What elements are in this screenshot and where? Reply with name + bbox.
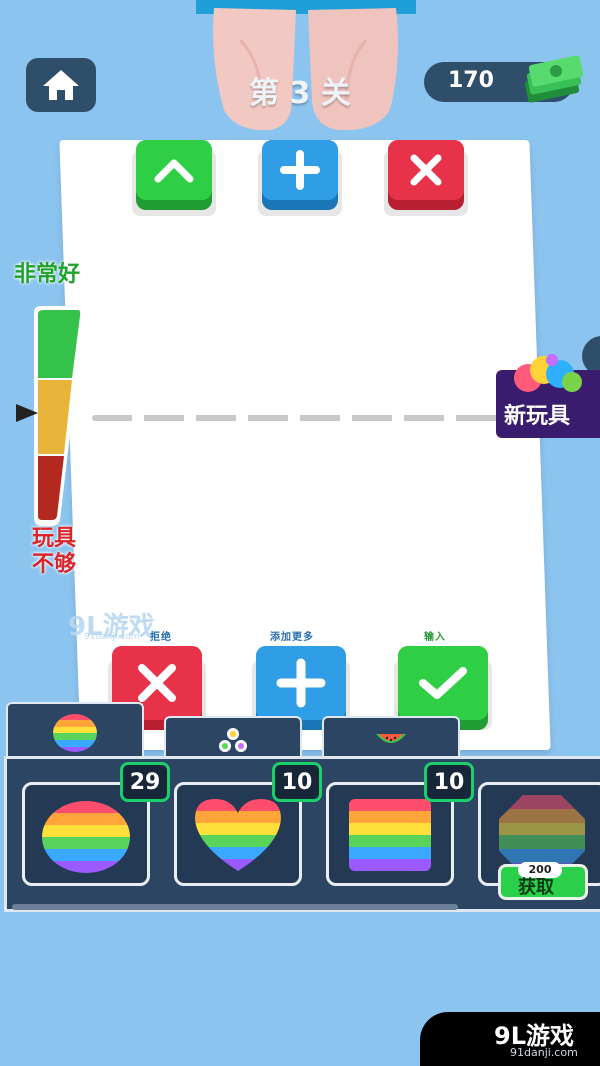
add-more-label: 添加更多 xyxy=(270,632,314,643)
count-badge: 10 xyxy=(272,762,322,802)
quality-meter xyxy=(34,306,85,526)
new-toy-label: 新玩具 xyxy=(504,404,571,429)
pop-it-icon xyxy=(53,714,97,752)
meter-label-great: 非常好 xyxy=(14,262,81,287)
top-key-check xyxy=(136,140,212,210)
checkmark-icon xyxy=(419,667,467,699)
tray-scrollbar[interactable] xyxy=(12,904,458,910)
tab-pop-it[interactable] xyxy=(6,702,144,762)
home-icon xyxy=(43,70,79,100)
fidget-toys-icon xyxy=(514,354,582,392)
level-title: 第 3 关 xyxy=(249,76,351,111)
watermelon-icon xyxy=(376,734,406,743)
site-logo-url: 91danji.com xyxy=(510,1046,578,1059)
count-badge: 10 xyxy=(424,762,474,802)
meter-label-line1: 玩具 xyxy=(31,526,76,551)
home-button[interactable] xyxy=(26,58,96,112)
meter-label-not-enough: 玩具 不够 xyxy=(14,526,94,578)
fidget-spinner-icon xyxy=(219,728,247,752)
money-value: 170 xyxy=(448,68,494,93)
top-key-cross xyxy=(388,140,464,210)
top-key-plus xyxy=(262,140,338,210)
count-badge: 29 xyxy=(120,762,170,802)
reject-label: 拒绝 xyxy=(150,632,172,643)
divider-line xyxy=(92,415,532,421)
get-toy-label: 获取 xyxy=(518,877,554,898)
close-icon xyxy=(138,664,176,702)
meter-pointer xyxy=(16,404,38,422)
plus-icon xyxy=(280,150,320,190)
enter-label: 输入 xyxy=(424,632,446,643)
plus-icon xyxy=(276,658,326,708)
cash-stack-icon xyxy=(524,55,584,103)
meter-label-line2: 不够 xyxy=(31,552,76,577)
chevron-up-icon xyxy=(154,159,194,183)
close-icon xyxy=(410,154,442,186)
watermark-url: 91danji.com xyxy=(84,632,140,642)
